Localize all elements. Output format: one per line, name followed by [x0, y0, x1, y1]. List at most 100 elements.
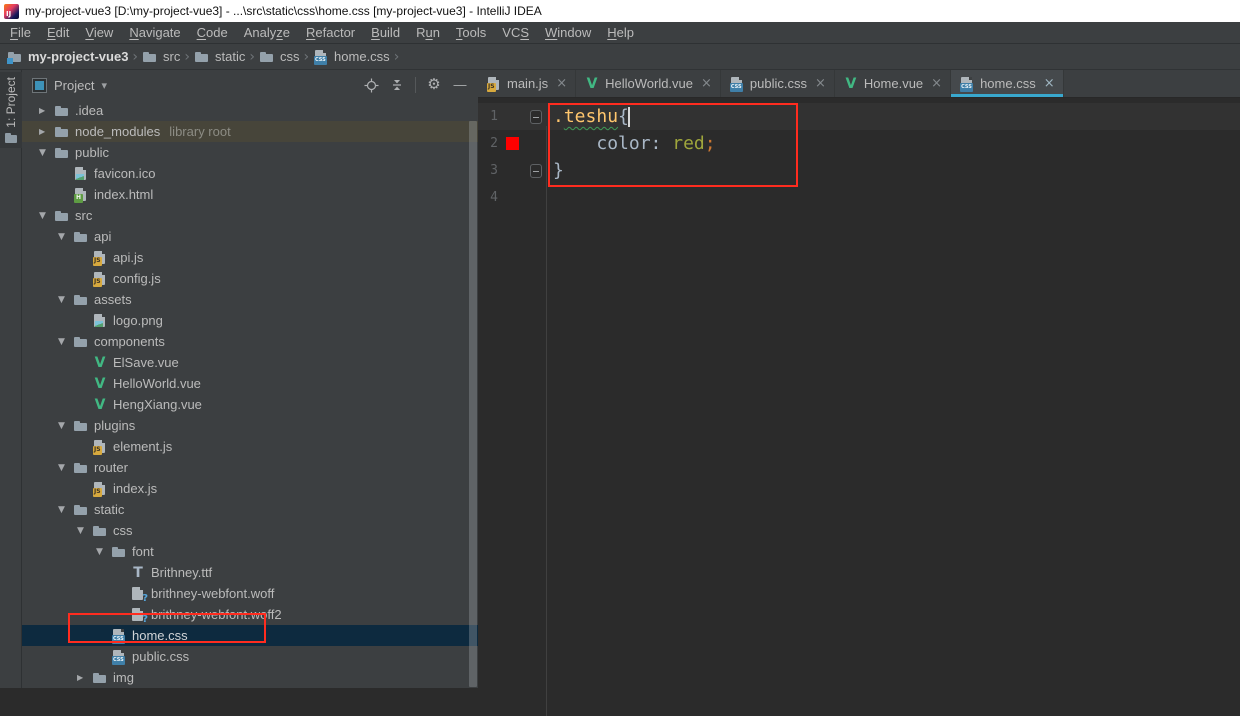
menu-item-vcs[interactable]: VCS [494, 22, 537, 44]
folder-icon [73, 229, 89, 245]
tool-window-tab-project[interactable]: 1: Project [0, 72, 22, 148]
project-view-selector[interactable]: Project ▾ [32, 77, 363, 93]
menu-item-code[interactable]: Code [189, 22, 236, 44]
folder-icon [54, 208, 70, 224]
breadcrumb-item-home.css[interactable]: CSS home.css [313, 49, 390, 65]
tree-item-plugins[interactable]: ▼ plugins [22, 415, 478, 436]
settings-gear-icon[interactable]: ⚙ [426, 77, 442, 93]
menu-item-navigate[interactable]: Navigate [121, 22, 188, 44]
tree-item-assets[interactable]: ▼ assets [22, 289, 478, 310]
breadcrumb-item-static[interactable]: static [194, 49, 245, 65]
tree-item-font[interactable]: ▼ font [22, 541, 478, 562]
tree-item-label: config.js [113, 271, 161, 286]
tree-item-img[interactable]: ▶ img [22, 667, 478, 688]
tree-item-api[interactable]: ▼ api [22, 226, 478, 247]
close-icon[interactable]: × [701, 76, 712, 91]
close-icon[interactable]: × [556, 76, 567, 91]
menu-item-edit[interactable]: Edit [39, 22, 77, 44]
tree-item-public[interactable]: ▼ public [22, 142, 478, 163]
project-panel-header: Project ▾ ⚙ — [22, 70, 478, 100]
close-icon[interactable]: × [815, 76, 826, 91]
tab-main.js[interactable]: JS main.js × [478, 70, 577, 97]
vue-file-icon: V [845, 75, 857, 92]
menu-item-help[interactable]: Help [599, 22, 642, 44]
tree-scrollbar-thumb[interactable] [469, 121, 477, 687]
tree-item-public.css[interactable]: CSS public.css [22, 646, 478, 667]
tree-item-index.js[interactable]: JS index.js [22, 478, 478, 499]
tree-item-favicon.ico[interactable]: favicon.ico [22, 163, 478, 184]
expanded-arrow-icon[interactable]: ▼ [57, 337, 73, 347]
tree-item-api.js[interactable]: JS api.js [22, 247, 478, 268]
locate-icon[interactable] [363, 77, 379, 93]
tab-HelloWorld.vue[interactable]: V HelloWorld.vue × [576, 70, 721, 97]
editor-tab-bar: JS main.js × V HelloWorld.vue × CSS public.css ×… [478, 70, 1240, 98]
tree-item-static[interactable]: ▼ static [22, 499, 478, 520]
folder-icon [111, 544, 127, 560]
menu-item-view[interactable]: View [77, 22, 121, 44]
breadcrumb-item-my-project-vue3[interactable]: my-project-vue3 [7, 49, 128, 65]
expanded-arrow-icon[interactable]: ▼ [57, 463, 73, 473]
tree-item-label: index.html [94, 187, 154, 202]
expanded-arrow-icon[interactable]: ▼ [57, 295, 73, 305]
tab-home.css[interactable]: CSS home.css × [951, 70, 1064, 97]
tree-item-router[interactable]: ▼ router [22, 457, 478, 478]
tree-item-.idea[interactable]: ▶ .idea [22, 100, 478, 121]
close-icon[interactable]: × [1044, 76, 1055, 91]
expanded-arrow-icon[interactable]: ▼ [38, 148, 54, 158]
tab-public.css[interactable]: CSS public.css × [721, 70, 835, 97]
hide-panel-icon[interactable]: — [452, 77, 468, 93]
menu-item-run[interactable]: Run [408, 22, 448, 44]
menu-item-analyze[interactable]: Analyze [236, 22, 298, 44]
line-number[interactable]: 1 [478, 109, 498, 124]
collapsed-arrow-icon[interactable]: ▶ [76, 673, 92, 682]
tree-item-element.js[interactable]: JS element.js [22, 436, 478, 457]
menu-item-tools[interactable]: Tools [448, 22, 494, 44]
line-number[interactable]: 2 [478, 136, 498, 151]
expanded-arrow-icon[interactable]: ▼ [57, 232, 73, 242]
breadcrumb-chevron-icon: › [132, 48, 139, 65]
collapsed-arrow-icon[interactable]: ▶ [38, 127, 54, 136]
tree-item-node_modules[interactable]: ▶ node_modules library root [22, 121, 478, 142]
expanded-arrow-icon[interactable]: ▼ [38, 211, 54, 221]
tree-item-components[interactable]: ▼ components [22, 331, 478, 352]
tree-item-logo.png[interactable]: logo.png [22, 310, 478, 331]
tree-item-label: logo.png [113, 313, 163, 328]
tree-item-index.html[interactable]: Hindex.html [22, 184, 478, 205]
line-number[interactable]: 4 [478, 190, 498, 205]
fold-end-icon[interactable] [530, 163, 542, 178]
tree-item-label: plugins [94, 418, 136, 433]
tree-item-label: css [113, 523, 133, 538]
breadcrumb-item-css[interactable]: css [259, 49, 299, 65]
tree-item-Brithney.ttf[interactable]: T Brithney.ttf [22, 562, 478, 583]
fold-start-icon[interactable] [530, 109, 542, 124]
tree-item-config.js[interactable]: JS config.js [22, 268, 478, 289]
collapsed-arrow-icon[interactable]: ▶ [38, 106, 54, 115]
tree-item-label: public [75, 145, 109, 160]
close-icon[interactable]: × [931, 76, 942, 91]
tree-item-ElSave.vue[interactable]: V ElSave.vue [22, 352, 478, 373]
code-line[interactable]: 4 [478, 184, 1240, 211]
tree-item-label: assets [94, 292, 132, 307]
expanded-arrow-icon[interactable]: ▼ [57, 505, 73, 515]
expanded-arrow-icon[interactable]: ▼ [76, 526, 92, 536]
collapse-all-icon[interactable] [389, 77, 405, 93]
expanded-arrow-icon[interactable]: ▼ [95, 547, 111, 557]
tree-item-brithney-webfont.woff[interactable]: ? brithney-webfont.woff [22, 583, 478, 604]
tree-item-label: node_modules [75, 124, 161, 139]
tab-Home.vue[interactable]: V Home.vue × [835, 70, 952, 97]
breadcrumb-item-src[interactable]: src [142, 49, 180, 65]
menu-item-refactor[interactable]: Refactor [298, 22, 363, 44]
tree-item-HelloWorld.vue[interactable]: V HelloWorld.vue [22, 373, 478, 394]
expanded-arrow-icon[interactable]: ▼ [57, 421, 73, 431]
color-swatch-icon[interactable] [505, 137, 519, 150]
tree-item-HengXiang.vue[interactable]: V HengXiang.vue [22, 394, 478, 415]
window-title: my-project-vue3 [D:\my-project-vue3] - .… [25, 4, 542, 18]
menu-item-file[interactable]: File [2, 22, 39, 44]
tree-item-css[interactable]: ▼ css [22, 520, 478, 541]
line-number[interactable]: 3 [478, 163, 498, 178]
tree-item-src[interactable]: ▼ src [22, 205, 478, 226]
menu-item-window[interactable]: Window [537, 22, 599, 44]
intellij-logo-icon: IJ [4, 3, 19, 19]
folder-icon [259, 49, 275, 65]
menu-item-build[interactable]: Build [363, 22, 408, 44]
